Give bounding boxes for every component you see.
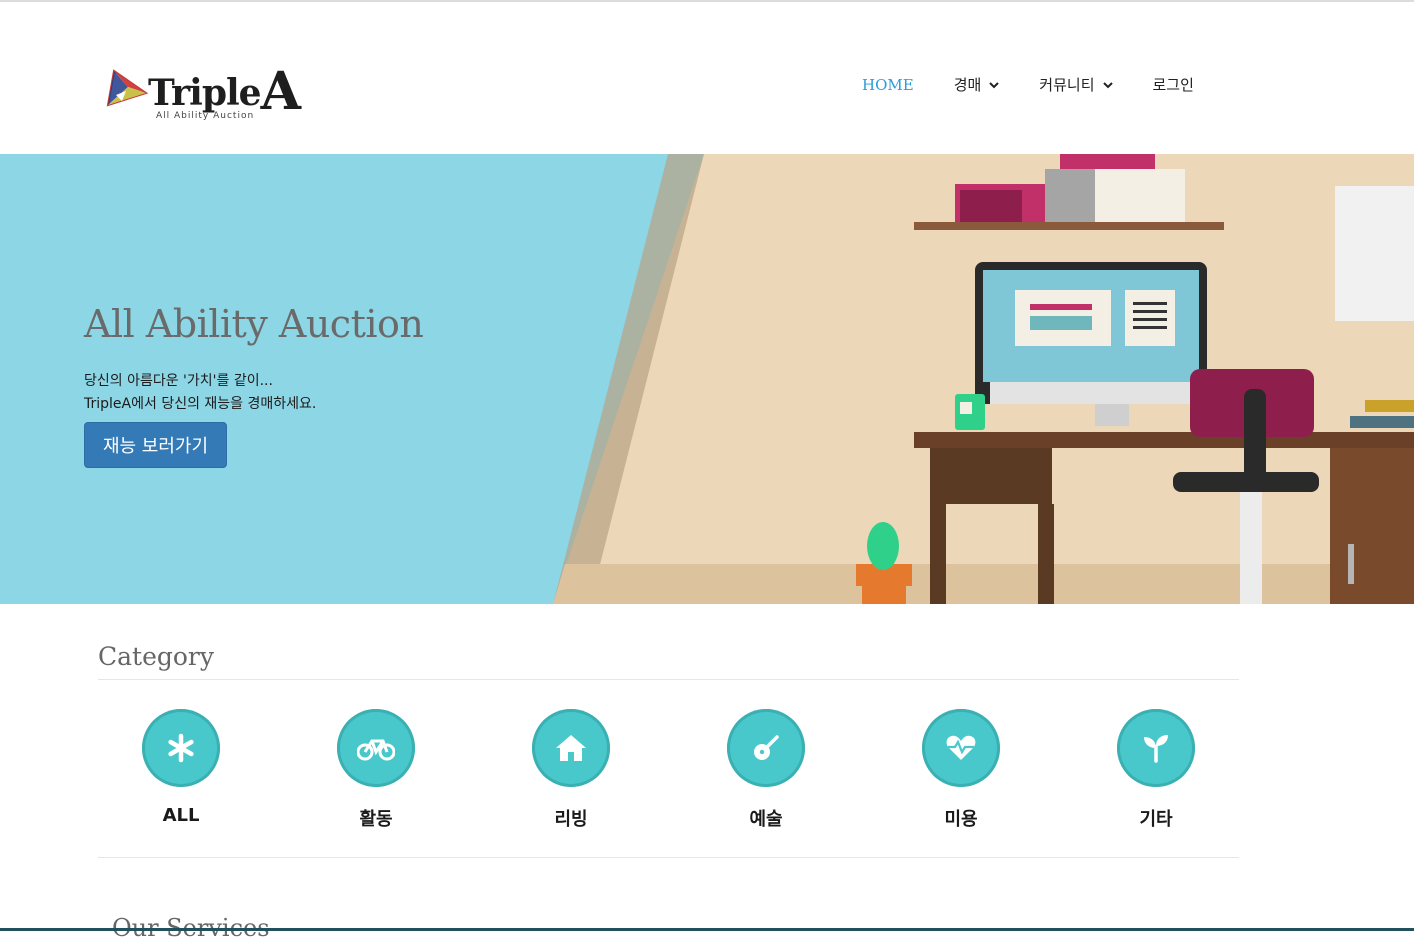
- chevron-down-icon: [989, 81, 1000, 88]
- category-circle: [337, 709, 415, 787]
- hero-banner: All Ability Auction 당신의 아름다운 '가치'를 같이...…: [0, 154, 1414, 604]
- nav-home[interactable]: HOME: [862, 76, 914, 94]
- nav-auction[interactable]: 경매: [954, 74, 1000, 95]
- category-etc[interactable]: 기타: [1096, 709, 1216, 831]
- chevron-down-icon: [1102, 81, 1113, 88]
- hero-subtext-1: 당신의 아름다운 '가치'를 같이...: [84, 373, 273, 389]
- hero-title: All Ability Auction: [84, 302, 424, 346]
- bicycle-icon: [357, 739, 395, 761]
- category-heading: Category: [98, 642, 215, 671]
- divider: [98, 857, 1239, 858]
- category-label: ALL: [162, 805, 200, 826]
- category-label: 활동: [359, 809, 393, 830]
- sprout-icon: [1144, 735, 1168, 763]
- divider: [98, 679, 1239, 680]
- heartbeat-icon: [946, 735, 976, 760]
- category-label: 예술: [749, 809, 783, 830]
- category-circle: [922, 709, 1000, 787]
- logo-tagline: All Ability Auction: [156, 111, 255, 121]
- asterisk-icon: [168, 733, 194, 763]
- guitar-icon: [754, 735, 779, 760]
- home-icon: [556, 735, 586, 761]
- category-circle: [532, 709, 610, 787]
- site-header: TripleA All Ability Auction HOME 경매 커뮤니티…: [0, 2, 1414, 154]
- category-circle: [727, 709, 805, 787]
- brand-logo[interactable]: TripleA All Ability Auction: [104, 57, 314, 127]
- category-all[interactable]: ALL: [121, 709, 241, 826]
- hero-subtext-2: TripleA에서 당신의 재능을 경매하세요.: [84, 396, 317, 412]
- category-art[interactable]: 예술: [706, 709, 826, 831]
- category-activity[interactable]: 활동: [316, 709, 436, 831]
- category-beauty[interactable]: 미용: [901, 709, 1021, 831]
- category-label: 리빙: [554, 809, 588, 830]
- category-circle: [142, 709, 220, 787]
- category-living[interactable]: 리빙: [511, 709, 631, 831]
- logo-wordmark: TripleA: [148, 61, 301, 122]
- category-label: 미용: [944, 809, 978, 830]
- browse-talent-button[interactable]: 재능 보러가기: [84, 422, 227, 468]
- logo-triangle-icon: [106, 69, 149, 107]
- main-nav: HOME 경매 커뮤니티 로그인: [862, 74, 1234, 95]
- nav-login[interactable]: 로그인: [1153, 74, 1194, 95]
- nav-community[interactable]: 커뮤니티: [1039, 74, 1113, 95]
- category-circle: [1117, 709, 1195, 787]
- category-label: 기타: [1139, 809, 1173, 830]
